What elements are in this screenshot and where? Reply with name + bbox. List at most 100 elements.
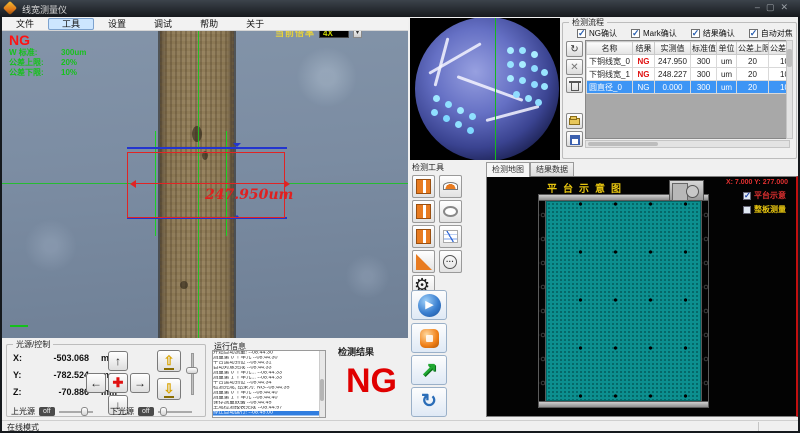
col-standard[interactable]: 标准值 bbox=[691, 42, 717, 55]
stop-button[interactable] bbox=[411, 323, 447, 353]
microscope-lens-image bbox=[415, 18, 559, 160]
circle-tool-button[interactable] bbox=[439, 200, 462, 223]
bottom-light-slider[interactable] bbox=[158, 407, 192, 416]
menu-tools[interactable]: 工具 bbox=[48, 18, 94, 30]
checkbox-ng-confirm[interactable]: NG确认 bbox=[577, 28, 617, 39]
measurement-table[interactable]: 名称 结果 实测值 标准值 单位 公差上限 公差下限 下铜线宽_0 NG 247… bbox=[585, 40, 790, 139]
log-line[interactable]: 平台运动到位 --08:44:31 bbox=[213, 361, 314, 366]
log-line[interactable]: 检测完成, 结果为: NG--08:44:35 bbox=[213, 386, 314, 391]
log-line-selected[interactable]: 停止自动运行! --08:45:00 bbox=[213, 411, 326, 416]
checkbox-icon[interactable] bbox=[631, 29, 640, 38]
menu-file[interactable]: 文件 bbox=[2, 18, 48, 30]
tab-data[interactable]: 结果数据 bbox=[530, 162, 574, 176]
title-bar[interactable]: 线宽测量仪 –▢✕ bbox=[0, 0, 800, 17]
tab-map[interactable]: 检测地图 bbox=[486, 162, 530, 177]
scroll-thumb[interactable] bbox=[787, 49, 792, 67]
chevron-down-icon[interactable]: ▼ bbox=[353, 31, 362, 38]
info-label: 公差下限: bbox=[9, 68, 61, 78]
jog-up-button[interactable]: ↑ bbox=[108, 351, 128, 371]
delete-button[interactable] bbox=[566, 77, 583, 93]
log-line[interactable]: 平台运动到位 --08:44:34 bbox=[213, 381, 314, 386]
scroll-thumb[interactable] bbox=[588, 142, 658, 146]
measure-handle-top[interactable] bbox=[127, 147, 287, 149]
export-button[interactable]: ↗ bbox=[411, 355, 447, 385]
checkbox-platform-view[interactable]: 平台示意 bbox=[743, 190, 786, 201]
menu-about[interactable]: 关于 bbox=[232, 18, 278, 30]
checkbox-result-confirm[interactable]: 结果确认 bbox=[691, 28, 735, 39]
menu-settings[interactable]: 设置 bbox=[94, 18, 140, 30]
table-hscrollbar[interactable] bbox=[585, 140, 790, 148]
z-up-button[interactable]: ⇧ bbox=[157, 350, 181, 372]
axis-label: Y: bbox=[13, 370, 31, 380]
refresh-list-button[interactable]: ↻ bbox=[566, 41, 583, 57]
col-measured[interactable]: 实测值 bbox=[655, 42, 691, 55]
microscope-preview-panel[interactable] bbox=[410, 18, 560, 160]
table-row-selected[interactable]: 圆直径_0 NG 0.000 300 um 20 10 % bbox=[587, 81, 791, 94]
linewidth-tool-button[interactable] bbox=[412, 175, 435, 198]
light-control-group: 光源/控制 X: -503.068 mm Y: -782.524 mm Z: -… bbox=[6, 344, 206, 417]
checkbox-icon[interactable] bbox=[577, 29, 586, 38]
result-title: 检测结果 bbox=[338, 345, 374, 358]
maximize-icon[interactable]: ▢ bbox=[766, 2, 781, 12]
log-line[interactable]: 测量第 1 个单元... --08:44:33 bbox=[213, 376, 314, 381]
table-row[interactable]: 下铜线宽_0 NG 247.950 300 um 20 10 % bbox=[587, 55, 791, 68]
checkbox-icon[interactable] bbox=[749, 29, 758, 38]
pcb-board-schematic[interactable] bbox=[546, 201, 701, 401]
col-upper[interactable]: 公差上限 bbox=[737, 42, 769, 55]
reset-button[interactable]: ↻ bbox=[411, 387, 447, 417]
z-slider-thumb[interactable] bbox=[186, 367, 198, 374]
scale-bar bbox=[10, 325, 28, 327]
menu-help[interactable]: 帮助 bbox=[186, 18, 232, 30]
save-button[interactable] bbox=[566, 131, 583, 147]
point-tool-button[interactable]: ··· bbox=[439, 250, 462, 273]
log-line[interactable]: 测量第 0 个单元 --08:44:30 bbox=[213, 356, 314, 361]
menu-debug[interactable]: 调试 bbox=[140, 18, 186, 30]
log-line[interactable]: 保存测量数据 --08:44:45 bbox=[213, 401, 314, 406]
close-icon[interactable]: ✕ bbox=[780, 2, 794, 12]
magnification-select[interactable]: 4X bbox=[319, 31, 349, 38]
log-line[interactable]: 生成检测报表完成 --08:44:57 bbox=[213, 406, 314, 411]
measure-roi-rect[interactable] bbox=[127, 152, 285, 218]
checkbox-icon[interactable] bbox=[743, 206, 751, 214]
log-line[interactable]: 测量第 0 个单元 --08:44:40 bbox=[213, 391, 314, 396]
checkbox-board-measure[interactable]: 整板测量 bbox=[743, 204, 786, 215]
bottom-light-toggle[interactable]: off bbox=[138, 407, 154, 416]
table-row[interactable]: 下铜线宽_1 NG 248.227 300 um 20 10 % bbox=[587, 68, 791, 81]
z-down-button[interactable]: ⇩ bbox=[157, 378, 181, 400]
top-light-slider[interactable] bbox=[59, 407, 93, 416]
jog-right-button[interactable]: → bbox=[130, 373, 150, 393]
log-line[interactable]: 开始自动测量! --08:44:30 bbox=[213, 351, 314, 356]
clear-button[interactable]: ✕ bbox=[566, 59, 583, 75]
line-tool-button[interactable] bbox=[439, 225, 462, 248]
jog-left-button[interactable]: ← bbox=[86, 373, 106, 393]
window-controls[interactable]: –▢✕ bbox=[755, 2, 794, 13]
linewidth3-tool-button[interactable] bbox=[412, 225, 435, 248]
platform-map-panel[interactable]: 平台示意图 X: 7.000 Y: 277.000 平台示意 整板测量 bbox=[486, 176, 798, 417]
runlog-scrollbar[interactable] bbox=[319, 351, 325, 417]
checkbox-autofocus[interactable]: 自动对焦 bbox=[749, 28, 793, 39]
col-unit[interactable]: 单位 bbox=[717, 42, 737, 55]
axis-value: -70.886 bbox=[31, 387, 89, 397]
checkbox-icon[interactable] bbox=[743, 192, 751, 200]
minimize-icon[interactable]: – bbox=[755, 2, 766, 12]
corner-tool-button[interactable] bbox=[412, 250, 435, 273]
col-result[interactable]: 结果 bbox=[633, 42, 655, 55]
scroll-thumb[interactable] bbox=[320, 379, 324, 401]
log-line[interactable]: 测量第 0 个单元... --08:44:33 bbox=[213, 371, 314, 376]
top-light-toggle[interactable]: off bbox=[39, 407, 55, 416]
jog-home-button[interactable]: ✚ bbox=[108, 373, 128, 393]
checkbox-icon[interactable] bbox=[691, 29, 700, 38]
table-vscrollbar[interactable] bbox=[786, 40, 793, 139]
camera-view[interactable]: 247.950um NG W 标准:300um 公差上限:20% 公差下限:10… bbox=[2, 31, 408, 338]
runlog-list[interactable]: 开始自动测量! --08:44:30 测量第 0 个单元 --08:44:30 … bbox=[212, 350, 326, 418]
mark-tool-button[interactable] bbox=[439, 175, 462, 198]
log-line[interactable]: 自动对焦完成 --08:44:33 bbox=[213, 366, 314, 371]
checkbox-mark-confirm[interactable]: Mark确认 bbox=[631, 28, 677, 39]
z-slider[interactable] bbox=[191, 353, 194, 395]
linewidth2-tool-button[interactable] bbox=[412, 200, 435, 223]
col-name[interactable]: 名称 bbox=[587, 42, 633, 55]
pcb-trace-line bbox=[486, 105, 540, 122]
log-line[interactable]: 测量第 1 个单元 --08:44:40 bbox=[213, 396, 314, 401]
start-button[interactable]: ▶ bbox=[411, 290, 447, 320]
load-button[interactable] bbox=[566, 113, 583, 129]
